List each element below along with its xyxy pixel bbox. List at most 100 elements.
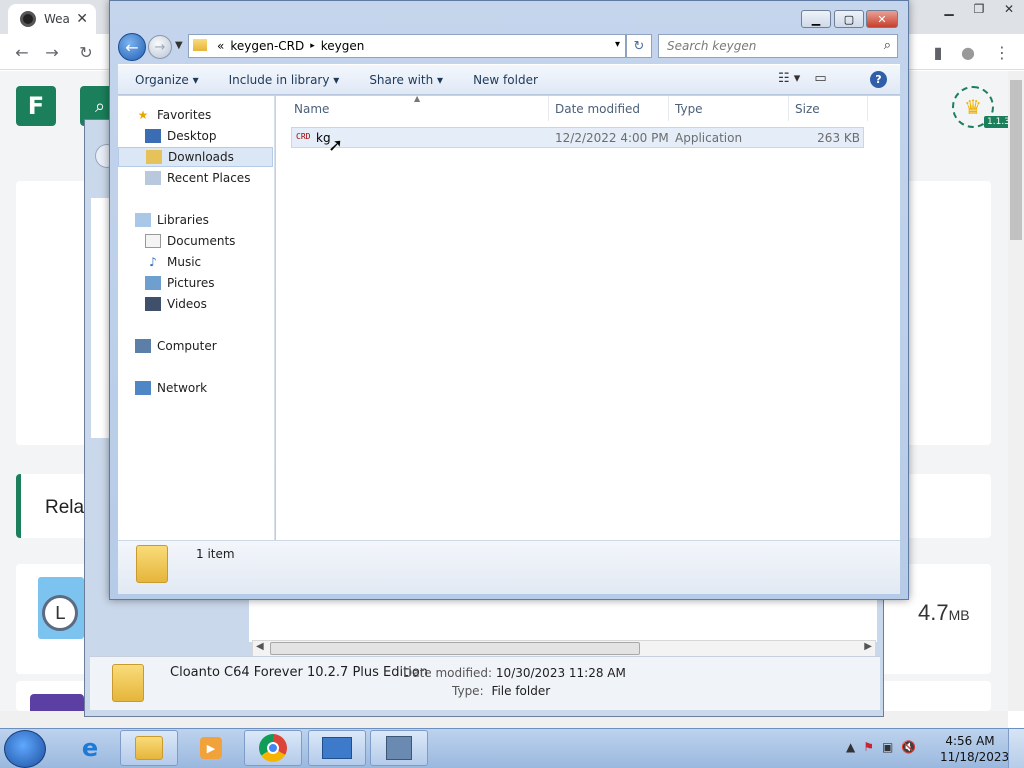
column-divider[interactable]: [867, 96, 868, 121]
search-input[interactable]: Search keygen ⌕: [658, 34, 898, 58]
sidebar-item-favorites[interactable]: ★ Favorites: [135, 105, 290, 125]
sidebar-item-libraries[interactable]: Libraries: [135, 210, 290, 230]
preview-pane-icon[interactable]: ▭: [814, 71, 826, 86]
close-button[interactable]: ✕: [866, 10, 898, 28]
help-icon[interactable]: ?: [870, 71, 887, 88]
column-divider[interactable]: [788, 96, 789, 121]
details-status-bar: [118, 540, 900, 594]
bg-scrollbar-thumb[interactable]: [270, 642, 640, 655]
chrome-icon: [259, 734, 287, 762]
date-modified-meta: Date modified: 10/30/2023 11:28 AM: [403, 666, 626, 680]
browser-minimize-button[interactable]: ▁: [934, 0, 964, 18]
maximize-button[interactable]: ▢: [834, 10, 864, 28]
address-folder-icon: [193, 39, 207, 51]
clock[interactable]: 4:56 AM 11/18/2023: [940, 733, 1009, 765]
sidebar-item-desktop[interactable]: Desktop: [145, 126, 273, 146]
show-desktop-button[interactable]: [1008, 729, 1024, 768]
address-prefix[interactable]: «: [217, 39, 224, 53]
reload-icon[interactable]: ↻: [76, 42, 96, 62]
recent-places-icon: [145, 171, 161, 185]
browser-restore-button[interactable]: ❐: [964, 0, 994, 18]
column-date-modified[interactable]: Date modified: [555, 102, 640, 116]
taskbar-chrome-button[interactable]: [244, 730, 302, 766]
back-button[interactable]: ←: [118, 33, 146, 61]
address-dropdown-icon[interactable]: ▾: [615, 39, 620, 50]
bg-nav-strip: [91, 198, 109, 438]
status-folder-icon: [136, 545, 168, 583]
item-count: 1 item: [196, 547, 235, 561]
magnifier-clock-icon: L: [42, 595, 78, 631]
sidebar-item-pictures[interactable]: Pictures: [145, 273, 273, 293]
file-list-pane: [276, 96, 900, 540]
taskbar-app-button[interactable]: [308, 730, 366, 766]
site-favicon-icon: [20, 11, 36, 27]
browser-close-button[interactable]: ✕: [994, 0, 1024, 18]
column-divider[interactable]: [668, 96, 669, 121]
breadcrumb-separator-icon[interactable]: ▸: [310, 41, 315, 51]
sort-ascending-icon: ▲: [414, 94, 421, 103]
back-arrow-icon[interactable]: ←: [12, 42, 32, 62]
sidebar-item-downloads[interactable]: Downloads: [118, 147, 273, 167]
sidebar-item-network[interactable]: Network: [135, 378, 290, 398]
address-bar[interactable]: « keygen-CRD ▸ keygen ▾: [188, 34, 626, 58]
refresh-button[interactable]: ↻: [626, 34, 652, 58]
breadcrumb-segment[interactable]: keygen: [321, 39, 365, 53]
site-logo[interactable]: F: [16, 86, 56, 126]
menu-icon[interactable]: ⋮: [992, 42, 1012, 62]
breadcrumb-segment[interactable]: keygen-CRD: [230, 39, 304, 53]
forward-button[interactable]: →: [148, 35, 172, 59]
navigation-pane: ★ Favorites Desktop Downloads Recent Plac…: [118, 96, 275, 540]
file-size-label: 4.7MB: [918, 600, 970, 625]
volume-muted-icon[interactable]: 🔇: [901, 740, 916, 754]
start-button[interactable]: [4, 730, 46, 768]
tab-close-icon[interactable]: ✕: [76, 11, 88, 27]
documents-icon: [145, 234, 161, 248]
music-icon: ♪: [149, 255, 157, 269]
explorer-icon: [135, 736, 163, 760]
application-icon: CRD: [296, 132, 311, 141]
pictures-icon: [145, 276, 161, 290]
minimize-button[interactable]: ▁: [801, 10, 831, 28]
page-scrollbar-thumb[interactable]: [1010, 80, 1022, 240]
show-hidden-icons-icon[interactable]: ▲: [846, 740, 855, 754]
view-controls: ☷ ▾ ▭: [778, 71, 827, 86]
network-icon: [135, 381, 151, 395]
sidebar-item-computer[interactable]: Computer: [135, 336, 290, 356]
sidebar-item-documents[interactable]: Documents: [145, 231, 273, 251]
scroll-left-icon[interactable]: ◀: [256, 641, 264, 652]
forward-arrow-icon[interactable]: →: [42, 42, 62, 62]
scroll-right-icon[interactable]: ▶: [864, 641, 872, 652]
column-divider[interactable]: [548, 96, 549, 121]
organize-button[interactable]: Organize ▾: [135, 73, 199, 87]
column-type[interactable]: Type: [675, 102, 703, 116]
taskbar-installer-button[interactable]: [370, 730, 428, 766]
app-icon: [30, 694, 84, 712]
network-tray-icon[interactable]: ▣: [882, 740, 893, 754]
internet-explorer-icon[interactable]: e: [66, 732, 114, 764]
type-meta: Type: File folder: [452, 684, 551, 698]
action-center-icon[interactable]: ⚑: [863, 740, 874, 754]
file-size: 263 KB: [817, 131, 860, 145]
sidebar-item-music[interactable]: ♪ Music: [145, 252, 273, 272]
change-view-icon[interactable]: ☷ ▾: [778, 71, 800, 86]
sidebar-item-recent-places[interactable]: Recent Places: [145, 168, 273, 188]
clock-time: 4:56 AM: [945, 734, 995, 748]
column-size[interactable]: Size: [795, 102, 820, 116]
include-in-library-button[interactable]: Include in library ▾: [229, 73, 340, 87]
taskbar-media-button[interactable]: ▶: [182, 730, 240, 766]
search-icon[interactable]: ⌕: [884, 38, 891, 53]
installer-icon: [386, 736, 412, 760]
recent-pages-chevron-icon[interactable]: ▼: [175, 40, 183, 51]
sidebar-icon[interactable]: ▮: [928, 42, 948, 62]
star-icon: ★: [137, 108, 149, 122]
sidebar-item-videos[interactable]: Videos: [145, 294, 273, 314]
new-folder-button[interactable]: New folder: [473, 73, 538, 87]
browser-window-controls: ▁ ❐ ✕: [924, 0, 1024, 18]
taskbar-explorer-button[interactable]: [120, 730, 178, 766]
share-with-button[interactable]: Share with ▾: [369, 73, 443, 87]
file-row[interactable]: CRD kg 12/2/2022 4:00 PM Application 263…: [291, 127, 864, 148]
account-icon[interactable]: ●: [958, 42, 978, 62]
column-headers: ▲ Name Date modified Type Size: [276, 94, 900, 121]
browser-tab[interactable]: Wea ✕: [8, 4, 96, 34]
column-name[interactable]: Name: [294, 102, 329, 116]
